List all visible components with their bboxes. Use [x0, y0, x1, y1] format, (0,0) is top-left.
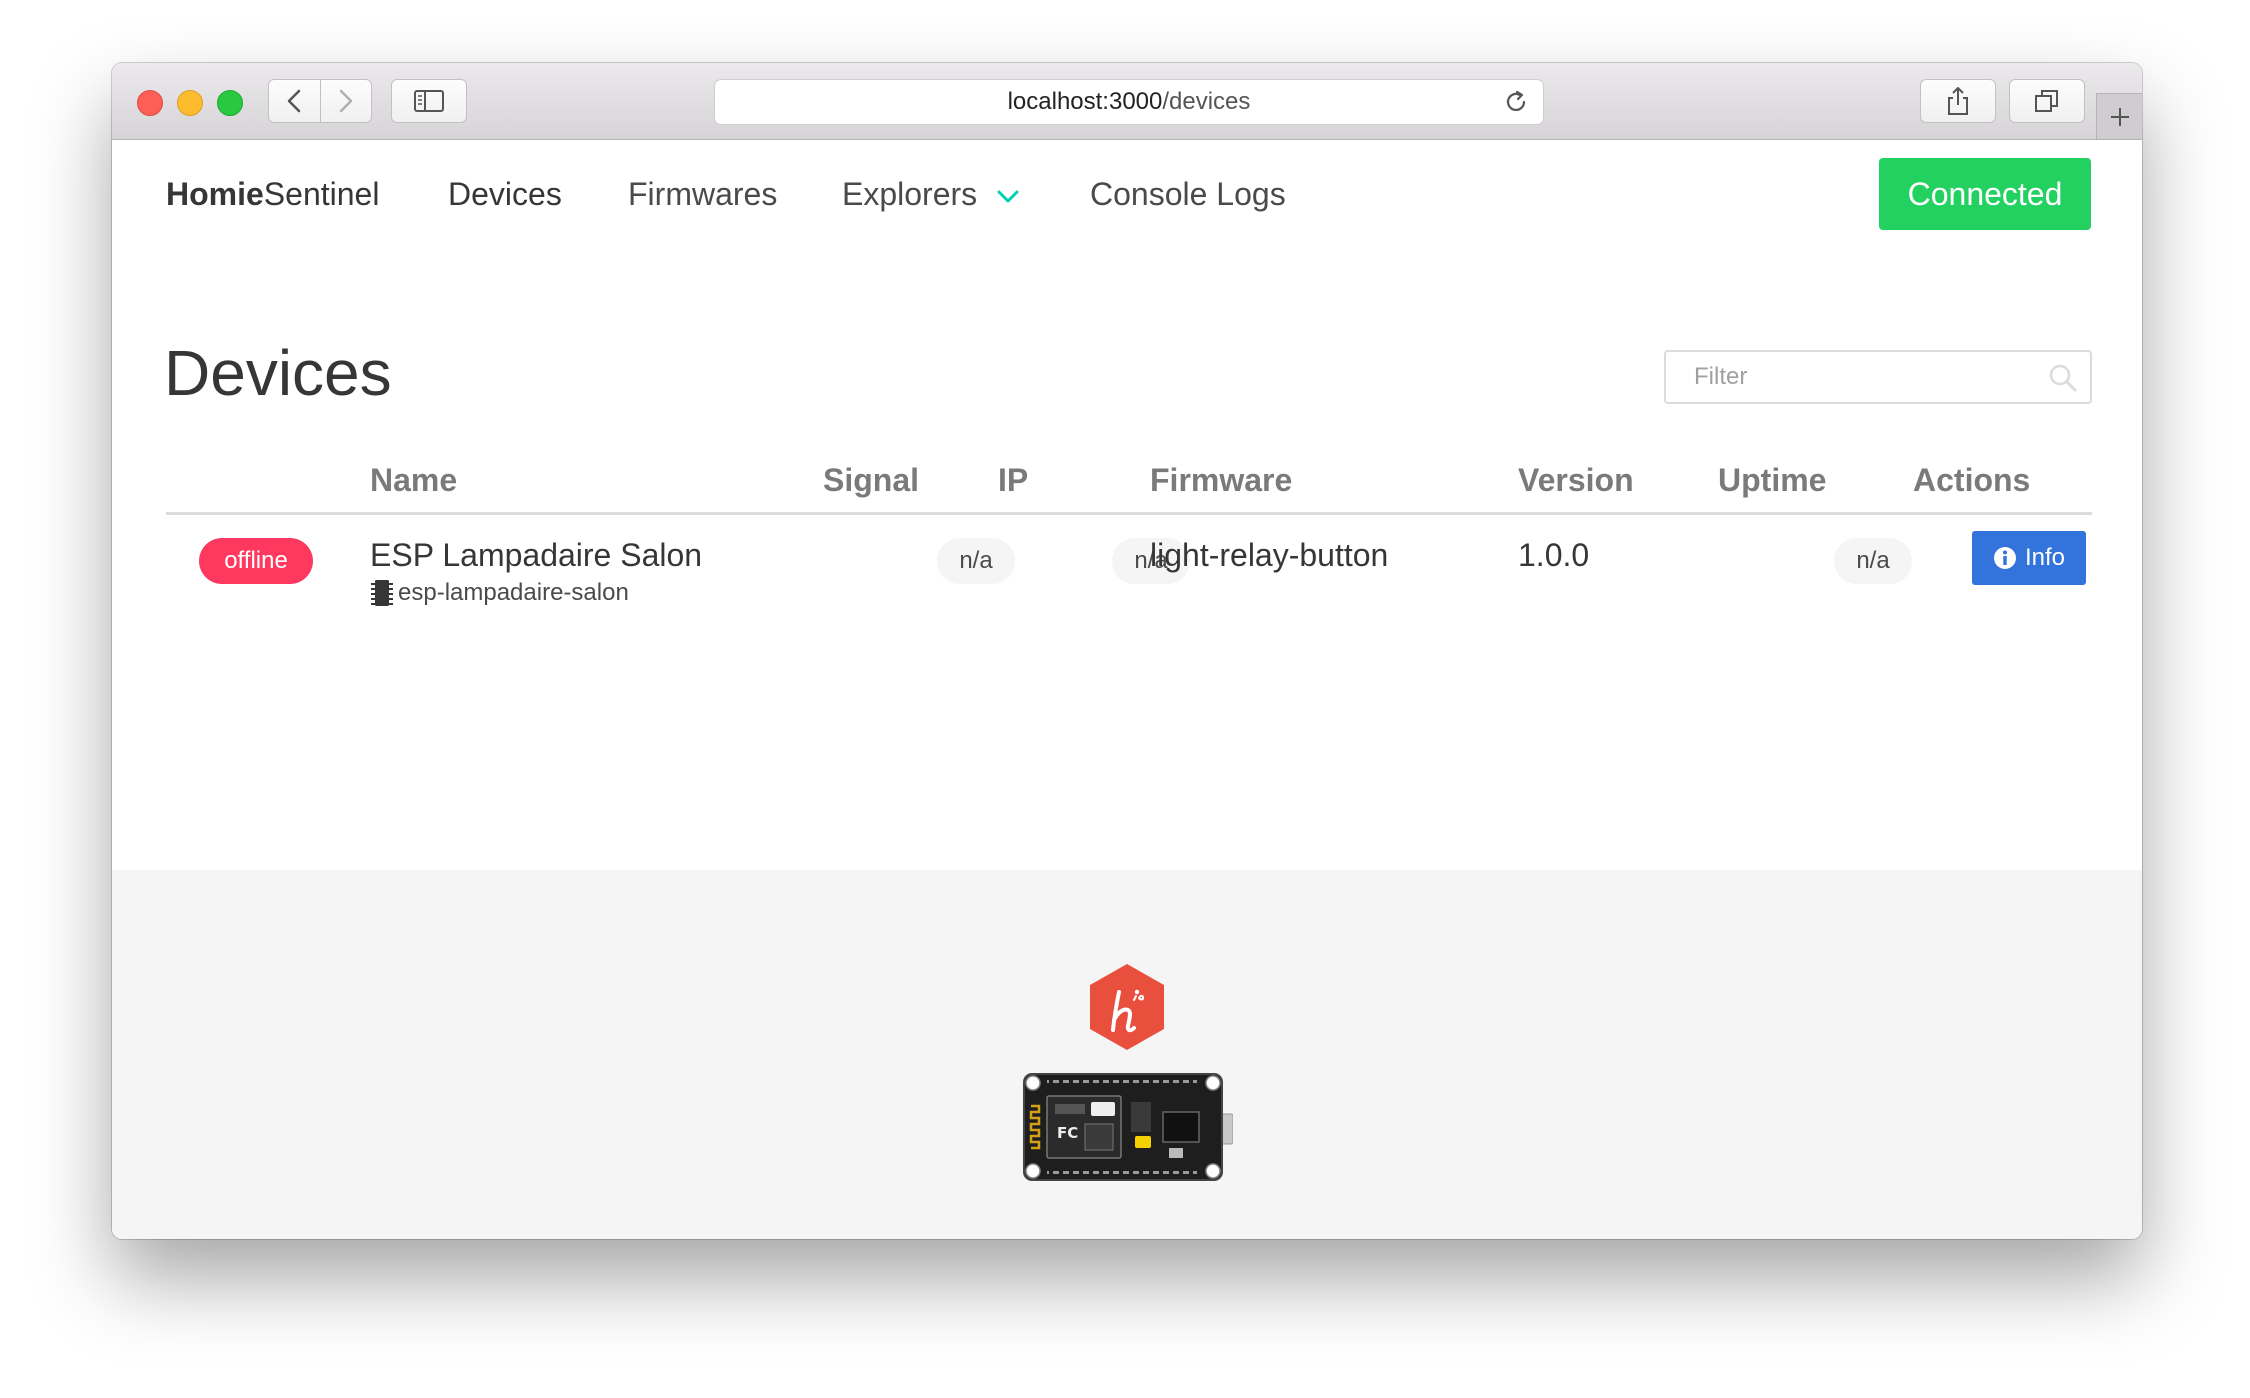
column-header-signal[interactable]: Signal	[823, 460, 919, 500]
zoom-window-button[interactable]	[217, 90, 243, 116]
tabs-overview-icon	[2035, 90, 2058, 112]
column-header-version[interactable]: Version	[1518, 460, 1634, 500]
info-button[interactable]: Info	[1972, 531, 2086, 585]
table-header: Name Signal IP Firmware Version Uptime A…	[166, 442, 2092, 515]
column-header-ip[interactable]: IP	[998, 460, 1028, 500]
device-id-text: esp-lampadaire-salon	[398, 579, 629, 606]
nav-item-label: Devices	[448, 176, 562, 212]
top-navbar: HomieSentinel Devices Firmwares Explorer…	[112, 140, 2142, 250]
nav-item-label: Explorers	[842, 176, 978, 212]
address-bar[interactable]: localhost:3000/devices	[714, 79, 1544, 125]
page-title: Devices	[164, 337, 392, 409]
column-header-firmware[interactable]: Firmware	[1150, 460, 1292, 500]
chevron-down-icon	[997, 190, 1019, 203]
new-tab-button[interactable]	[2096, 93, 2142, 139]
nav-item-explorers[interactable]: Explorers	[842, 174, 1019, 214]
firmware-value: light-relay-button	[1150, 537, 1389, 573]
share-icon	[1948, 87, 1968, 115]
nav-item-firmwares[interactable]: Firmwares	[628, 174, 777, 214]
reload-icon[interactable]	[1503, 89, 1529, 115]
column-header-name[interactable]: Name	[370, 460, 457, 500]
sidebar-icon	[414, 90, 444, 112]
chip-icon	[371, 580, 393, 606]
nav-item-label: Console Logs	[1090, 176, 1286, 212]
sidebar-toggle-button[interactable]	[391, 79, 467, 123]
search-icon	[2049, 364, 2077, 392]
info-circle-icon	[1993, 547, 2016, 569]
close-window-button[interactable]	[137, 90, 163, 116]
brand-rest: Sentinel	[263, 176, 380, 212]
svg-text:FC: FC	[1057, 1124, 1078, 1142]
footer: FC	[112, 870, 2142, 1239]
device-id: esp-lampadaire-salon	[370, 579, 629, 607]
plus-icon	[2110, 107, 2129, 126]
browser-window: localhost:3000/devices HomieSentinel Dev…	[112, 63, 2142, 1239]
homie-logo-icon	[1090, 964, 1164, 1050]
signal-value: n/a	[937, 538, 1015, 584]
nav-item-label: Firmwares	[628, 176, 778, 212]
connection-status-button[interactable]: Connected	[1879, 158, 2091, 230]
filter-input[interactable]	[1666, 352, 2090, 402]
version-value: 1.0.0	[1518, 537, 1590, 573]
esp8266-board-icon: FC	[1023, 1073, 1233, 1181]
chevron-right-icon	[339, 89, 352, 113]
filter-field	[1664, 350, 2092, 404]
page-content: HomieSentinel Devices Firmwares Explorer…	[112, 140, 2142, 1239]
back-button[interactable]	[269, 80, 320, 122]
devices-table: Name Signal IP Firmware Version Uptime A…	[166, 442, 2092, 635]
history-nav	[268, 79, 372, 123]
brand-logo[interactable]: HomieSentinel	[166, 174, 379, 214]
browser-toolbar: localhost:3000/devices	[112, 63, 2142, 140]
url-host: localhost:3000	[1007, 88, 1163, 115]
chevron-left-icon	[288, 89, 301, 113]
uptime-value: n/a	[1834, 538, 1912, 584]
url-path: /devices	[1162, 88, 1251, 115]
device-name: ESP Lampadaire Salon	[370, 537, 703, 573]
brand-bold: Homie	[166, 176, 264, 212]
share-button[interactable]	[1920, 79, 1996, 123]
status-badge: offline	[199, 538, 313, 584]
nav-item-console-logs[interactable]: Console Logs	[1090, 174, 1286, 214]
column-header-uptime[interactable]: Uptime	[1718, 460, 1826, 500]
forward-button[interactable]	[319, 80, 372, 122]
minimize-window-button[interactable]	[177, 90, 203, 116]
table-row: offline ESP Lampadaire Salon esp-lampada…	[166, 515, 2092, 635]
show-tabs-button[interactable]	[2009, 79, 2085, 123]
column-header-actions: Actions	[1913, 462, 2031, 498]
nav-item-devices[interactable]: Devices	[448, 174, 562, 214]
info-button-label: Info	[2024, 544, 2066, 571]
